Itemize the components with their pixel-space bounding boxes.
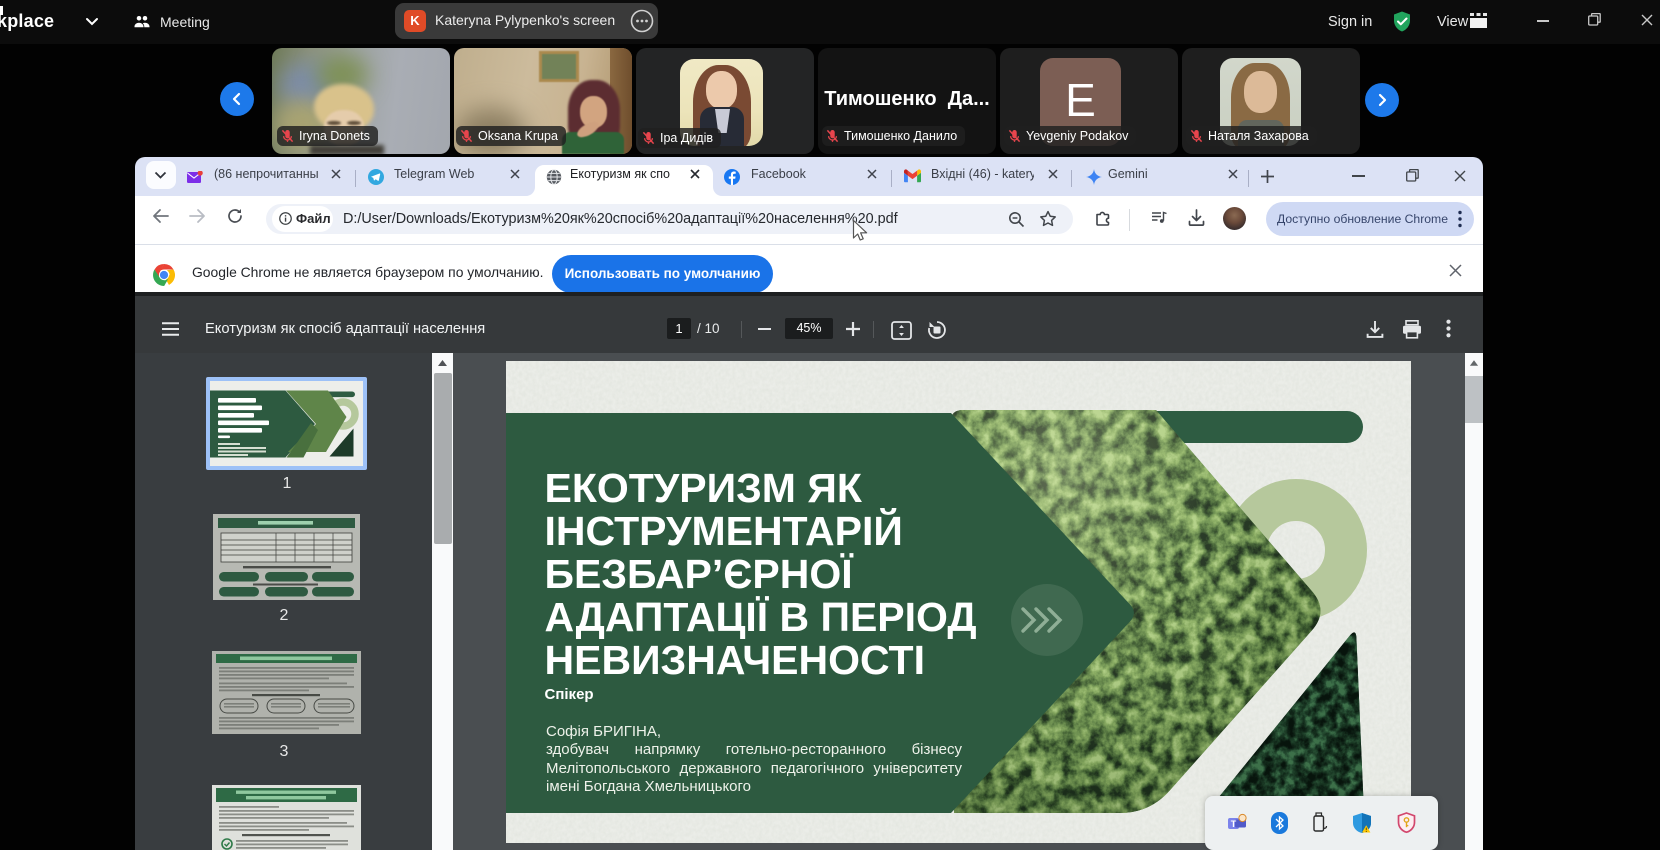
svg-text:T: T bbox=[1231, 819, 1237, 829]
